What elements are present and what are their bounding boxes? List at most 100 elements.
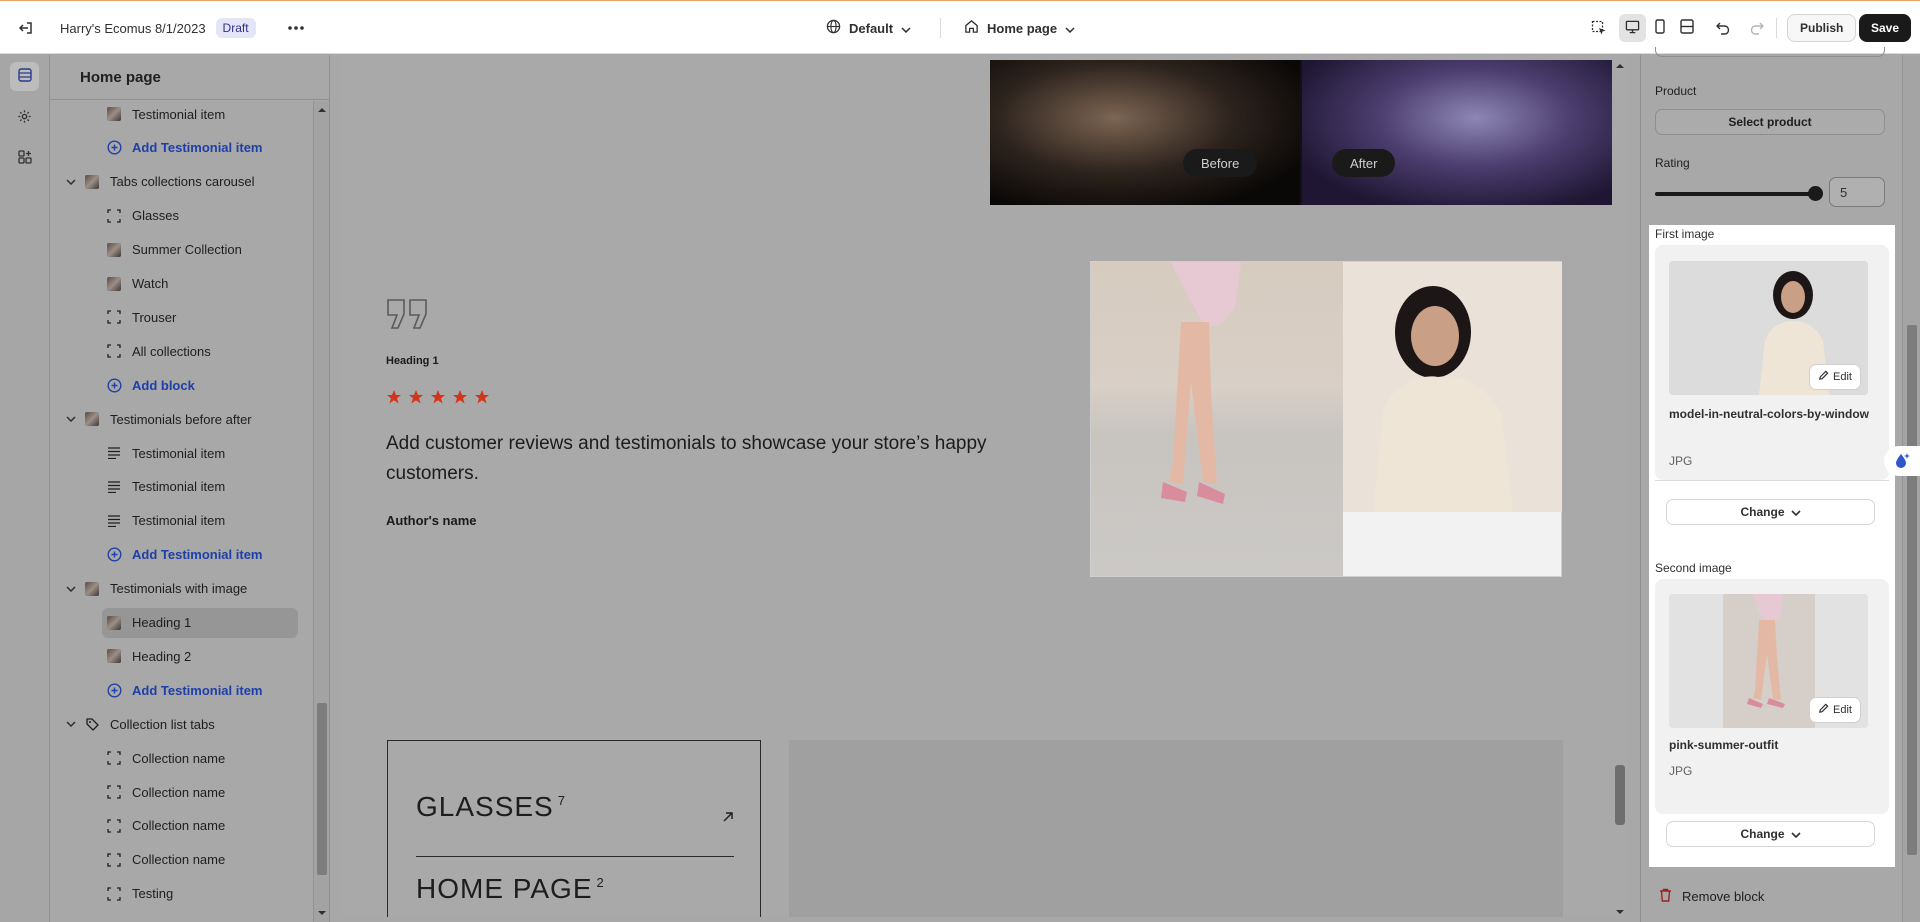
fullwidth-icon: [1679, 19, 1694, 37]
block-item-glasses[interactable]: Glasses: [104, 201, 179, 231]
block-item-testimonial-item[interactable]: Testimonial item: [104, 472, 225, 502]
theme-preview: Before After Heading 1 Add customer revi…: [340, 55, 1612, 917]
collection-count: 2: [596, 875, 605, 890]
tree-row-label: Testimonial item: [132, 513, 226, 529]
block-item-trouser[interactable]: Trouser: [104, 302, 176, 332]
second-image-edit-button[interactable]: Edit: [1810, 698, 1860, 722]
pink-outfit-photo: [1091, 262, 1343, 576]
collection-tab-glasses[interactable]: GLASSES 7: [416, 791, 566, 823]
chevron-down-icon[interactable]: [64, 416, 78, 423]
select-product-button[interactable]: Select product: [1655, 109, 1885, 135]
theme-settings-tab[interactable]: [10, 103, 39, 132]
tree-row-label: Testimonials before after: [110, 411, 252, 427]
section-tabs-collections-carousel[interactable]: Tabs collections carousel: [64, 167, 255, 197]
quote-icon: [387, 299, 427, 329]
block-item-all-collections[interactable]: All collections: [104, 336, 211, 366]
tree-row-label: Add Testimonial item: [132, 547, 263, 563]
after-label: After: [1332, 149, 1396, 177]
star-icon: [387, 390, 401, 404]
sidebar-scroll-thumb[interactable]: [317, 703, 327, 875]
fullwidth-view-button[interactable]: [1673, 14, 1700, 42]
edit-label: Edit: [1833, 704, 1852, 716]
globe-icon: [826, 19, 841, 37]
tree-row-label: Add Testimonial item: [132, 140, 263, 156]
block-item-collection-name[interactable]: Collection name: [104, 743, 225, 773]
block-item-testimonial-item[interactable]: Testimonial item: [104, 438, 225, 468]
tree-row-label: Heading 2: [132, 648, 192, 664]
arrow-up-right-icon: [723, 812, 733, 822]
page-dropdown[interactable]: Home page: [964, 1, 1075, 55]
add-block-button[interactable]: Add Testimonial item: [104, 675, 263, 705]
block-item-testimonial-item[interactable]: Testimonial item: [104, 506, 225, 536]
block-item-testimonial-item[interactable]: Testimonial item: [104, 101, 225, 129]
block-settings-panel: Product Select product Rating 5 First im…: [1640, 47, 1902, 922]
dashed-square-icon: [106, 852, 122, 868]
remove-block-button[interactable]: Remove block: [1659, 888, 1764, 905]
dashed-square-icon: [106, 309, 122, 325]
star-icon: [453, 390, 467, 404]
block-item-collection-name[interactable]: Collection name: [104, 811, 225, 841]
collection-name: GLASSES: [416, 791, 554, 822]
dashed-square-icon: [106, 818, 122, 834]
tree-row-label: Watch: [132, 276, 169, 291]
before-after-image: Before After: [990, 60, 1612, 205]
block-item-testing[interactable]: Testing: [104, 879, 173, 909]
block-item-summer-collection[interactable]: Summer Collection: [104, 235, 242, 265]
block-item-collection-name[interactable]: Collection name: [104, 777, 225, 807]
first-image-edit-button[interactable]: Edit: [1810, 365, 1860, 389]
preview-scroll-thumb[interactable]: [1615, 765, 1625, 825]
section-testimonials-with-image[interactable]: Testimonials with image: [64, 574, 247, 604]
publish-button[interactable]: Publish: [1787, 14, 1857, 42]
dashed-square-icon: [106, 750, 122, 766]
rating-slider-track[interactable]: [1655, 192, 1815, 196]
sidebar-scrollbar[interactable]: [313, 101, 329, 922]
block-item-heading-2[interactable]: Heading 2: [104, 641, 191, 671]
device-toggle: [1619, 14, 1700, 42]
section-collection-list-tabs[interactable]: Collection list tabs: [64, 709, 215, 739]
first-image-change-button[interactable]: Change: [1667, 500, 1874, 524]
collection-tab-home-page[interactable]: HOME PAGE 2: [416, 873, 605, 905]
tree-row-label: Collection name: [132, 750, 226, 766]
rating-input[interactable]: 5: [1829, 177, 1885, 207]
chevron-down-icon[interactable]: [64, 586, 78, 592]
second-image-preview: Edit: [1669, 594, 1868, 728]
add-block-button[interactable]: Add Testimonial item: [104, 133, 263, 163]
image-settings: First image Edit model-in-neutral-colors…: [1649, 225, 1895, 867]
block-item-watch[interactable]: Watch: [104, 269, 168, 299]
panel-scrollbar[interactable]: [1902, 55, 1920, 922]
panel-scroll-thumb[interactable]: [1907, 325, 1917, 855]
add-block-button[interactable]: Add block: [104, 370, 195, 400]
mobile-view-button[interactable]: [1646, 14, 1673, 42]
assistant-button[interactable]: [1884, 446, 1920, 476]
inspector-button[interactable]: [1585, 1, 1613, 55]
chevron-down-icon[interactable]: [64, 179, 78, 185]
block-item-collection-name[interactable]: Collection name: [104, 845, 225, 875]
before-label: Before: [1183, 149, 1258, 177]
more-button[interactable]: [282, 1, 310, 55]
rating-slider-handle[interactable]: [1808, 186, 1823, 201]
divider: [1655, 480, 1889, 481]
save-button[interactable]: Save: [1859, 14, 1912, 42]
testimonial-heading: Heading 1: [386, 355, 439, 367]
sections-tab[interactable]: [10, 62, 39, 91]
chevron-down-icon[interactable]: [64, 721, 78, 728]
mobile-icon: [1654, 19, 1665, 37]
theme-dropdown[interactable]: Default: [826, 1, 911, 55]
second-image-change-button[interactable]: Change: [1667, 822, 1874, 846]
tree-row-label: Testimonial item: [132, 445, 226, 461]
tree-row-label: Add block: [132, 377, 195, 393]
desktop-view-button[interactable]: [1619, 14, 1646, 42]
collection-tabs: GLASSES 7 HOME PAGE 2: [387, 740, 761, 917]
block-item-heading-1[interactable]: Heading 1: [102, 607, 298, 638]
exit-button[interactable]: [12, 1, 40, 55]
apps-tab[interactable]: [10, 144, 39, 173]
tree-row-label: Heading 1: [132, 615, 192, 630]
add-block-button[interactable]: Add Testimonial item: [104, 540, 263, 570]
tree-row-label: Testing: [132, 886, 174, 902]
divider: [940, 18, 941, 38]
divider: [1776, 18, 1777, 38]
first-image-preview: Edit: [1669, 261, 1868, 395]
section-testimonials-before-after[interactable]: Testimonials before after: [64, 404, 252, 434]
undo-icon: [1709, 14, 1737, 42]
preview-scrollbar[interactable]: [1612, 55, 1628, 917]
